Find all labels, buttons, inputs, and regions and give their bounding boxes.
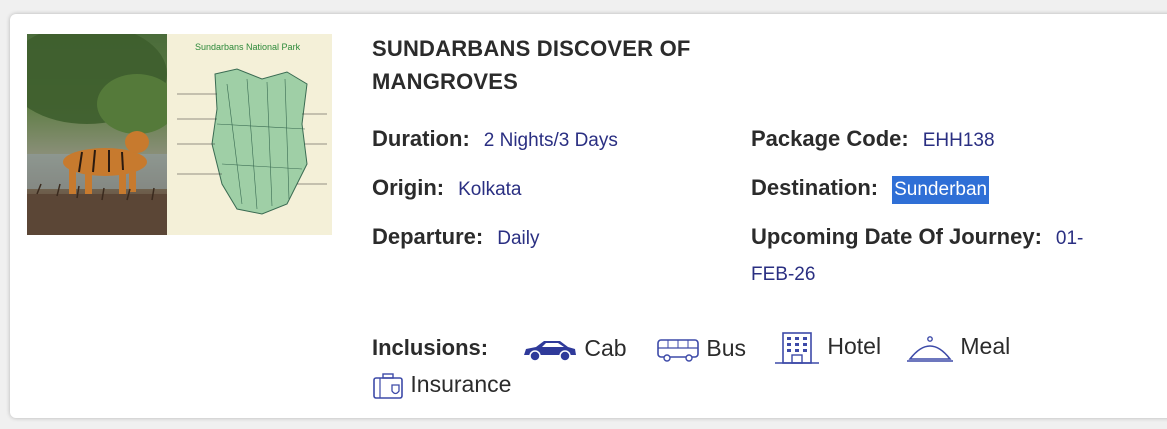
package-code-value: EHH138 <box>922 130 995 151</box>
hotel-icon <box>773 332 827 364</box>
duration-field: Duration: 2 Nights/3 Days <box>372 124 618 156</box>
departure-label: Departure: <box>372 224 484 249</box>
inclusion-hotel: Hotel <box>773 330 881 365</box>
inclusion-insurance-label: Insurance <box>410 371 512 397</box>
departure-value: Daily <box>497 228 540 249</box>
duration-label: Duration: <box>372 126 470 151</box>
package-image[interactable]: Sundarbans National Park <box>27 34 332 235</box>
tiger-photo <box>27 34 177 235</box>
origin-value: Kolkata <box>458 179 522 200</box>
inclusion-meal-label: Meal <box>960 333 1011 359</box>
destination-label: Destination: <box>751 175 879 200</box>
car-icon <box>520 335 584 362</box>
destination-value[interactable]: Sunderban <box>892 176 990 204</box>
inclusion-bus: Bus <box>656 332 746 364</box>
inclusion-insurance: Insurance <box>372 368 511 401</box>
package-card: Sundarbans National Park SUNDARBANS DISC… <box>10 14 1167 418</box>
inclusion-hotel-label: Hotel <box>827 333 882 359</box>
map-title: Sundarbans National Park <box>195 42 301 52</box>
inclusion-cab-label: Cab <box>584 335 627 361</box>
journey-date-value-part2: FEB-26 <box>751 264 816 285</box>
inclusion-meal: Meal <box>906 330 1010 365</box>
origin-field: Origin: Kolkata <box>372 173 521 205</box>
inclusions-label: Inclusions: <box>372 332 488 364</box>
bus-icon <box>656 335 706 362</box>
origin-label: Origin: <box>372 175 445 200</box>
departure-field: Departure: Daily <box>372 222 539 254</box>
journey-date-value-part1: 01- <box>1055 228 1084 249</box>
inclusions-label-text: Inclusions: <box>372 335 489 360</box>
package-code-field: Package Code: EHH138 <box>751 124 995 156</box>
sundarbans-map <box>167 34 332 235</box>
journey-date-label: Upcoming Date Of Journey: <box>751 224 1042 249</box>
destination-field: Destination: Sunderban <box>751 173 990 205</box>
duration-value: 2 Nights/3 Days <box>483 130 618 151</box>
insurance-icon <box>372 371 410 399</box>
package-code-label: Package Code: <box>751 126 909 151</box>
cloche-icon <box>906 333 960 362</box>
package-title[interactable]: SUNDARBANS DISCOVER OF MANGROVES <box>372 32 792 98</box>
inclusion-bus-label: Bus <box>706 335 747 361</box>
inclusion-cab: Cab <box>520 332 627 364</box>
journey-date-field: Upcoming Date Of Journey: 01- <box>751 222 1083 254</box>
